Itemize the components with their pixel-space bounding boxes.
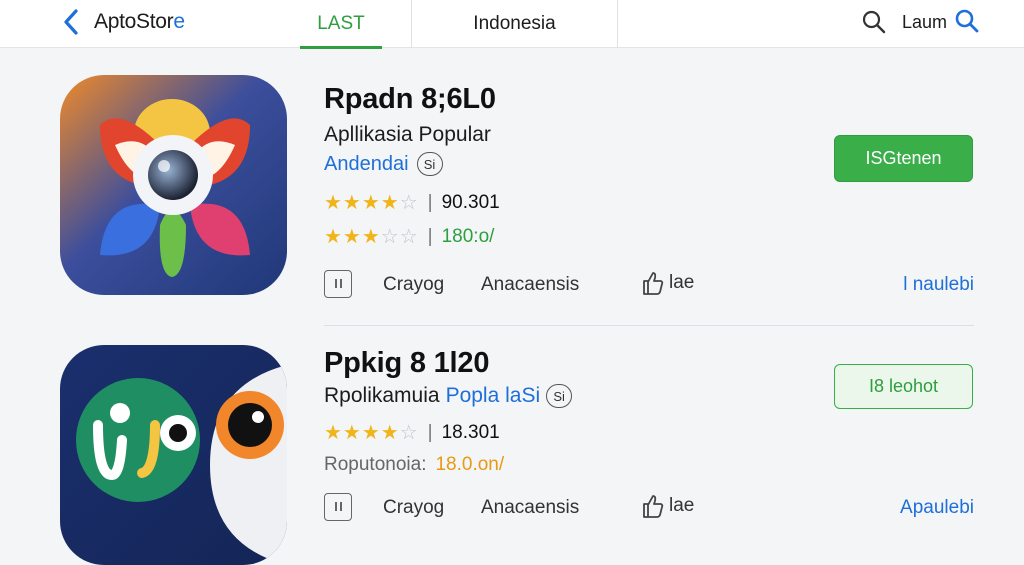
tab-region[interactable]: Indonesia: [411, 0, 618, 48]
action-label[interactable]: Anacaensis: [481, 274, 579, 296]
install-button[interactable]: ISGtenen: [834, 135, 973, 182]
app-category: Rpolikamuia Popla laSi Si: [324, 384, 573, 408]
action-label[interactable]: Crayog: [383, 274, 444, 296]
login-link[interactable]: Laum: [902, 12, 947, 33]
action-row: Crayog Anacaensis lae Apaulebi: [324, 493, 974, 525]
rating-row: ★★★☆☆ | 180:o/: [324, 224, 494, 249]
separator: |: [427, 421, 433, 443]
download-count: 18.0.on/: [435, 454, 505, 475]
app-icon-cartoon-face[interactable]: [60, 345, 287, 565]
action-label[interactable]: Anacaensis: [481, 497, 579, 519]
app-card[interactable]: Rpadn 8;6L0 Apllikasia Popular Andendai …: [0, 48, 1024, 330]
more-link[interactable]: l naulebi: [903, 274, 974, 296]
category-text: Rpolikamuia: [324, 384, 440, 407]
app-title[interactable]: Ppkig 8 1l20: [324, 347, 489, 380]
star-rating: ★★★★☆: [324, 422, 419, 444]
app-brand: AptoStore: [94, 10, 185, 34]
star-rating: ★★★☆☆: [324, 226, 419, 248]
action-row: Crayog Anacaensis lae l naulebi: [324, 270, 974, 302]
developer-row: Andendai Si: [324, 152, 443, 176]
developer-link[interactable]: Andendai: [324, 153, 409, 176]
app-title[interactable]: Rpadn 8;6L0: [324, 83, 496, 116]
divider: [324, 325, 974, 326]
rating-count: 90.301: [441, 191, 500, 213]
like-action[interactable]: lae: [641, 270, 694, 296]
install-button[interactable]: I8 leohot: [834, 364, 973, 409]
age-badge: Si: [546, 384, 573, 408]
app-icon-camera-flower[interactable]: [60, 75, 287, 295]
like-action[interactable]: lae: [641, 493, 694, 519]
rating-row: Roputonoia: 18.0.on/: [324, 454, 504, 476]
rating-count: 18.301: [441, 421, 500, 443]
pause-icon[interactable]: [324, 493, 352, 521]
like-label: lae: [669, 495, 695, 516]
more-link[interactable]: Apaulebi: [900, 497, 974, 519]
rating-row: ★★★★☆ | 90.301: [324, 190, 500, 215]
thumbs-up-icon: [643, 495, 664, 518]
star-rating: ★★★★☆: [324, 192, 419, 214]
search-icon[interactable]: [861, 9, 887, 35]
rating-label: Roputonoia:: [324, 454, 427, 475]
rating-row: ★★★★☆ | 18.301: [324, 420, 500, 445]
search-icon[interactable]: [954, 8, 980, 34]
age-badge: Si: [416, 152, 443, 176]
brand-accent: e: [173, 10, 185, 33]
brand-main: AptoStor: [94, 10, 174, 33]
top-bar: AptoStore LAST Indonesia Laum: [0, 0, 1024, 49]
chevron-left-icon[interactable]: [60, 8, 82, 36]
like-label: lae: [669, 272, 695, 293]
pause-icon[interactable]: [324, 270, 352, 298]
app-card[interactable]: Ppkig 8 1l20 Rpolikamuia Popla laSi Si ★…: [0, 330, 1024, 565]
thumbs-up-icon: [643, 272, 664, 295]
app-category: Apllikasia Popular: [324, 123, 491, 146]
category-link[interactable]: Popla laSi: [446, 384, 541, 408]
separator: |: [427, 191, 433, 213]
download-count: 180:o/: [441, 225, 495, 247]
separator: |: [427, 225, 433, 247]
tab-latest[interactable]: LAST: [300, 0, 382, 49]
action-label[interactable]: Crayog: [383, 497, 444, 519]
